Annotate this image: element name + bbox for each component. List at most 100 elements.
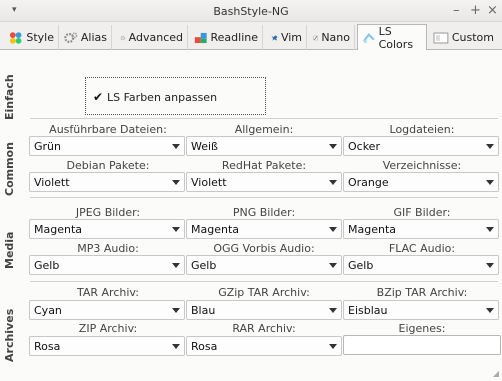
label-general: Allgemein:	[234, 123, 294, 136]
executables-combo[interactable]: Grün	[29, 136, 185, 156]
chevron-down-icon	[486, 180, 494, 185]
combo-value: Magenta	[348, 223, 397, 236]
combo-value: Gelb	[348, 259, 374, 272]
section-label-archives: Archives	[3, 308, 16, 363]
redhat-packages-combo[interactable]: Violett	[186, 172, 342, 192]
label-flac: FLAC Audio:	[388, 242, 456, 255]
combo-value: Rosa	[191, 340, 218, 353]
tab-style[interactable]: Style	[4, 25, 59, 50]
chevron-down-icon	[172, 308, 180, 313]
tab-bar: Style Alias Advanced Readline Vim Nano L…	[0, 22, 502, 51]
chevron-down-icon	[172, 227, 180, 232]
tab-vim[interactable]: Vim	[267, 25, 307, 50]
chevron-down-icon	[172, 263, 180, 268]
pen-icon	[313, 35, 318, 40]
tab-label: Vim	[280, 31, 302, 44]
combo-value: Rosa	[34, 340, 61, 353]
label-mp3: MP3 Audio:	[77, 242, 139, 255]
label-ogg: OGG Vorbis Audio:	[213, 242, 315, 255]
chevron-down-icon	[329, 263, 337, 268]
png-combo[interactable]: Magenta	[186, 219, 342, 239]
chevron-down-icon	[486, 227, 494, 232]
minimize-button[interactable]: –	[453, 3, 460, 18]
separator	[30, 197, 498, 198]
label-jpeg: JPEG Bilder:	[75, 206, 141, 219]
bzip-combo[interactable]: Eisblau	[343, 300, 499, 320]
chevron-down-icon	[172, 144, 180, 149]
combo-value: Grün	[34, 140, 61, 153]
debian-packages-combo[interactable]: Violett	[29, 172, 185, 192]
tab-label: LS Colors	[378, 24, 414, 51]
section-label-common: Common	[3, 142, 16, 196]
document-icon	[433, 32, 449, 43]
section-label-einfach: Einfach	[3, 74, 16, 121]
combo-value: Gelb	[191, 259, 217, 272]
tab-custom[interactable]: Custom	[429, 25, 498, 50]
title-bar: ▾ BashStyle-NG – + ×	[0, 0, 502, 22]
ls-colors-checkbox-label[interactable]: LS Farben anpassen	[107, 91, 217, 104]
tab-label: Custom	[451, 31, 494, 44]
combo-value: Ocker	[348, 140, 380, 153]
rar-combo[interactable]: Rosa	[186, 336, 342, 356]
combo-value: Blau	[191, 304, 216, 317]
close-button[interactable]: ×	[487, 3, 498, 18]
chevron-down-icon	[486, 308, 494, 313]
gear-icon	[120, 35, 126, 40]
tab-label: Nano	[321, 31, 350, 44]
chevron-down-icon	[486, 263, 494, 268]
tar-combo[interactable]: Cyan	[29, 300, 185, 320]
tab-label: Readline	[210, 31, 259, 44]
label-own: Eigenes:	[398, 322, 446, 335]
chevron-down-icon	[329, 227, 337, 232]
palette-icon	[9, 31, 22, 44]
tab-nano[interactable]: Nano	[309, 25, 355, 50]
combo-value: Eisblau	[348, 304, 388, 317]
ls-colors-checkbox[interactable]: ✔	[93, 91, 103, 103]
combo-value: Gelb	[34, 259, 60, 272]
own-pattern-input[interactable]	[343, 335, 501, 355]
maximize-button[interactable]: +	[470, 3, 481, 18]
gears-icon	[64, 31, 78, 43]
tab-alias[interactable]: Alias	[60, 25, 112, 50]
chevron-down-icon	[329, 344, 337, 349]
chevron-down-icon	[172, 344, 180, 349]
gzip-combo[interactable]: Blau	[186, 300, 342, 320]
tab-label: Alias	[80, 31, 107, 44]
flac-combo[interactable]: Gelb	[343, 255, 499, 275]
tab-ls-colors[interactable]: LS Colors	[357, 24, 427, 51]
blocks-icon	[194, 32, 207, 43]
logfiles-combo[interactable]: Ocker	[343, 136, 499, 156]
chevron-down-icon	[329, 144, 337, 149]
tab-label: Style	[26, 31, 54, 44]
combo-value: Cyan	[34, 304, 62, 317]
ogg-combo[interactable]: Gelb	[186, 255, 342, 275]
label-rar: RAR Archiv:	[232, 322, 296, 335]
chevron-down-icon	[486, 144, 494, 149]
label-debian-packages: Debian Pakete:	[66, 159, 150, 172]
directories-combo[interactable]: Orange	[343, 172, 499, 192]
label-redhat-packages: RedHat Pakete:	[221, 159, 307, 172]
section-label-media: Media	[3, 231, 16, 269]
general-combo[interactable]: Weiß	[186, 136, 342, 156]
chevron-down-icon	[329, 308, 337, 313]
label-logfiles: Logdateien:	[389, 123, 455, 136]
combo-value: Magenta	[191, 223, 240, 236]
ls-colors-panel: Einfach ✔ LS Farben anpassen Common Ausf…	[0, 50, 502, 381]
combo-value: Orange	[348, 176, 389, 189]
label-gif: GIF Bilder:	[393, 206, 451, 219]
label-bzip: BZip TAR Archiv:	[376, 286, 468, 299]
resize-grip-icon[interactable]: ◢	[493, 369, 499, 378]
zip-combo[interactable]: Rosa	[29, 336, 185, 356]
tab-label: Advanced	[128, 31, 183, 44]
chevron-down-icon	[329, 180, 337, 185]
chevron-down-icon	[172, 180, 180, 185]
combo-value: Magenta	[34, 223, 83, 236]
combo-value: Violett	[34, 176, 70, 189]
mp3-combo[interactable]: Gelb	[29, 255, 185, 275]
label-directories: Verzeichnisse:	[382, 159, 462, 172]
tab-readline[interactable]: Readline	[190, 25, 263, 50]
color-swatch-icon	[362, 32, 375, 43]
jpeg-combo[interactable]: Magenta	[29, 219, 185, 239]
gif-combo[interactable]: Magenta	[343, 219, 499, 239]
tab-advanced[interactable]: Advanced	[116, 25, 188, 50]
